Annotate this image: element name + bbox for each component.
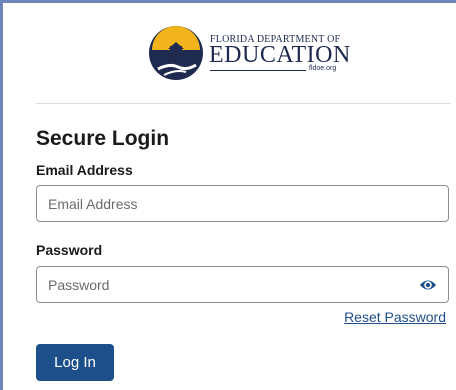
email-field-wrapper bbox=[36, 185, 449, 222]
password-field-wrapper bbox=[36, 266, 449, 303]
login-button[interactable]: Log In bbox=[36, 344, 114, 381]
logo-divider bbox=[210, 70, 306, 71]
header: FLORIDA DEPARTMENT OF EDUCATION fldoe.or… bbox=[36, 3, 451, 104]
florida-seal-icon bbox=[149, 26, 203, 80]
password-field[interactable] bbox=[48, 267, 408, 302]
login-panel: FLORIDA DEPARTMENT OF EDUCATION fldoe.or… bbox=[0, 0, 456, 390]
logo-url-text: fldoe.org bbox=[309, 65, 337, 72]
page-title: Secure Login bbox=[36, 127, 170, 150]
reset-password-link[interactable]: Reset Password bbox=[344, 309, 446, 325]
email-label: Email Address bbox=[36, 162, 133, 178]
email-field[interactable] bbox=[48, 186, 408, 221]
password-label: Password bbox=[36, 242, 103, 258]
eye-icon[interactable] bbox=[419, 277, 437, 293]
fldoe-logo: FLORIDA DEPARTMENT OF EDUCATION fldoe.or… bbox=[148, 25, 350, 85]
